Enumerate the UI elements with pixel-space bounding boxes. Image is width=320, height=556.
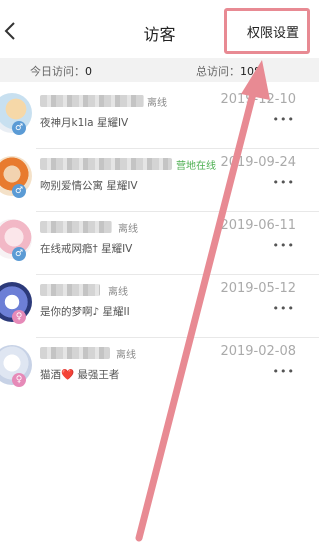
annotation-arrow [135, 60, 270, 542]
